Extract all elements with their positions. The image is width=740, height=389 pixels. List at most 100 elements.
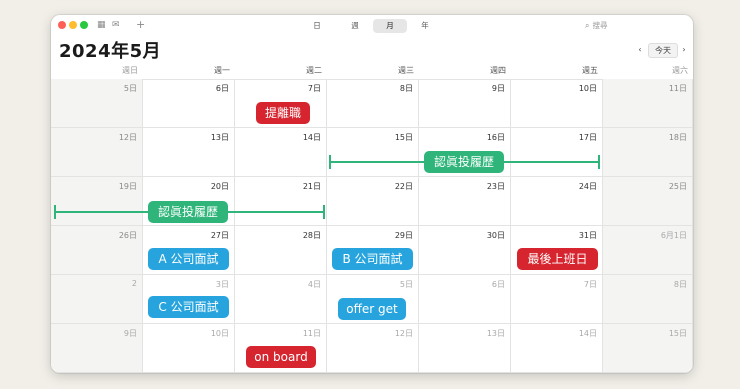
day-number: 9日 [123, 329, 137, 338]
day-cell[interactable]: 13日 [143, 128, 235, 177]
tab-month[interactable]: 月 [373, 19, 407, 33]
day-number: 13日 [210, 133, 229, 142]
day-cell[interactable]: 13日 [419, 324, 511, 373]
day-number: 7日 [583, 280, 597, 289]
day-number: 26日 [118, 231, 137, 240]
day-number: 2 [131, 279, 137, 288]
month-grid: 5日 6日 7日 8日 9日 10日 11日 12日 13日 14日 15日 1… [51, 79, 693, 373]
day-number: 15日 [668, 329, 687, 338]
day-cell[interactable]: 11日 [603, 79, 693, 128]
inbox-icon[interactable]: ✉ [112, 18, 120, 32]
day-number: 19日 [118, 182, 137, 191]
day-cell[interactable]: 17日 [511, 128, 603, 177]
day-number: 11日 [668, 84, 687, 93]
day-cell[interactable]: 12日 [327, 324, 419, 373]
weekday-fri: 週五 [582, 66, 598, 75]
day-number: 25日 [668, 182, 687, 191]
day-cell[interactable]: 25日 [603, 177, 693, 226]
magnifier-icon: ⌕ [585, 21, 590, 30]
day-cell[interactable]: 24日 [511, 177, 603, 226]
weekday-tue: 週二 [306, 66, 322, 75]
day-cell[interactable]: 4日 [235, 275, 327, 324]
day-cell[interactable]: 6日 [419, 275, 511, 324]
day-cell[interactable]: 9日 [51, 324, 143, 373]
day-cell[interactable]: 14日 [235, 128, 327, 177]
day-cell[interactable]: 6月1日 [603, 226, 693, 275]
day-cell[interactable]: 8日 [327, 79, 419, 128]
day-number: 12日 [394, 329, 413, 338]
day-cell[interactable]: 9日 [419, 79, 511, 128]
close-window-button[interactable] [58, 21, 66, 29]
day-cell[interactable]: 15日 [603, 324, 693, 373]
day-number: 27日 [210, 231, 229, 240]
day-cell[interactable]: 8日 [603, 275, 693, 324]
day-number: 8日 [399, 84, 413, 93]
day-number: 6月1日 [660, 231, 687, 240]
calendar-icon[interactable]: ▦ [97, 18, 106, 32]
day-cell[interactable]: 10日 [143, 324, 235, 373]
calendar-window: ▦ ✉ + 日 週 月 年 ⌕ 搜尋 2024年5月 ‹ 今天 › 週日 週一 週… [51, 15, 693, 373]
day-number: 16日 [486, 133, 505, 142]
event-resign[interactable]: 提離職 [256, 102, 310, 124]
day-cell[interactable]: 30日 [419, 226, 511, 275]
day-number: 10日 [578, 84, 597, 93]
event-interview-b[interactable]: B 公司面試 [332, 248, 413, 270]
span-end-tick [598, 155, 600, 169]
event-onboard[interactable]: on board [246, 346, 316, 368]
span-start-tick [329, 155, 331, 169]
zoom-window-button[interactable] [80, 21, 88, 29]
search-placeholder: 搜尋 [592, 21, 608, 30]
tab-week[interactable]: 週 [343, 19, 367, 33]
day-number: 15日 [394, 133, 413, 142]
day-cell[interactable]: 7日 [511, 275, 603, 324]
day-number: 14日 [578, 329, 597, 338]
day-number: 23日 [486, 182, 505, 191]
day-cell[interactable]: 14日 [511, 324, 603, 373]
day-number: 22日 [394, 182, 413, 191]
search-field[interactable]: ⌕ 搜尋 [585, 19, 607, 33]
tab-year[interactable]: 年 [413, 19, 437, 33]
minimize-window-button[interactable] [69, 21, 77, 29]
event-interview-a[interactable]: A 公司面試 [148, 248, 229, 270]
day-number: 24日 [578, 182, 597, 191]
event-apply-week2[interactable]: 認眞投履歴 [424, 151, 504, 173]
day-cell[interactable]: 21日 [235, 177, 327, 226]
day-cell[interactable]: 19日 [51, 177, 143, 226]
next-month-button[interactable]: › [678, 43, 690, 56]
add-event-button[interactable]: + [136, 18, 145, 32]
day-cell[interactable]: 23日 [419, 177, 511, 226]
day-cell[interactable]: 22日 [327, 177, 419, 226]
prev-month-button[interactable]: ‹ [634, 43, 646, 56]
day-cell[interactable]: 2 [51, 275, 143, 324]
tab-day[interactable]: 日 [305, 19, 329, 33]
day-number: 8日 [673, 280, 687, 289]
span-start-tick [54, 205, 56, 219]
event-interview-c[interactable]: C 公司面試 [148, 296, 229, 318]
day-number: 11日 [302, 329, 321, 338]
day-number: 13日 [486, 329, 505, 338]
day-cell[interactable]: 18日 [603, 128, 693, 177]
day-number: 30日 [486, 231, 505, 240]
day-cell[interactable]: 15日 [327, 128, 419, 177]
event-offer[interactable]: offer get [338, 298, 406, 320]
day-cell[interactable]: 28日 [235, 226, 327, 275]
weekday-thu: 週四 [490, 66, 506, 75]
day-cell[interactable]: 5日 [51, 79, 143, 128]
page-title: 2024年5月 [59, 41, 162, 62]
event-apply-week3[interactable]: 認眞投履歴 [148, 201, 228, 223]
day-number: 14日 [302, 133, 321, 142]
today-button[interactable]: 今天 [648, 43, 678, 58]
day-number: 20日 [210, 182, 229, 191]
day-number: 5日 [123, 84, 137, 93]
span-end-tick [323, 205, 325, 219]
day-number: 7日 [307, 84, 321, 93]
day-cell[interactable]: 26日 [51, 226, 143, 275]
event-last-day[interactable]: 最後上班日 [517, 248, 598, 270]
view-switcher: 日 週 月 年 [305, 19, 441, 33]
weekday-sun: 週日 [122, 66, 138, 75]
day-cell[interactable]: 10日 [511, 79, 603, 128]
day-number: 28日 [302, 231, 321, 240]
day-cell[interactable]: 6日 [143, 79, 235, 128]
day-number: 5日 [399, 280, 413, 289]
day-cell[interactable]: 12日 [51, 128, 143, 177]
